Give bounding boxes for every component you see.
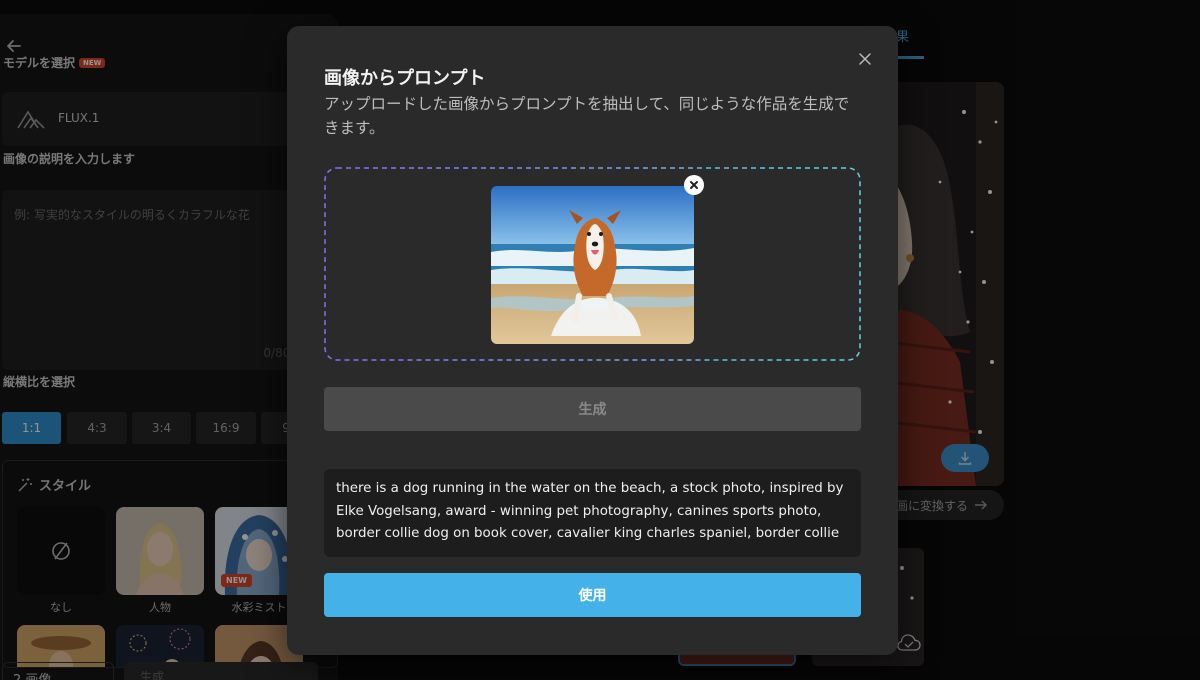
- close-icon[interactable]: [858, 52, 872, 66]
- dialog-title: 画像からプロンプト: [324, 68, 486, 89]
- generate-button[interactable]: 生成: [324, 387, 861, 431]
- uploaded-image: [491, 186, 694, 344]
- image-to-prompt-dialog: 画像からプロンプト アップロードした画像からプロンプトを抽出して、同じような作品…: [287, 26, 898, 655]
- extracted-prompt-text[interactable]: there is a dog running in the water on t…: [324, 469, 861, 557]
- use-prompt-button[interactable]: 使用: [324, 573, 861, 617]
- remove-image-button[interactable]: [684, 175, 704, 195]
- dialog-description: アップロードした画像からプロンプトを抽出して、同じような作品を生成できます。: [324, 95, 850, 137]
- upload-drop-zone[interactable]: [324, 167, 861, 361]
- dog-beach-image: [491, 186, 694, 344]
- close-x-icon: [690, 181, 698, 189]
